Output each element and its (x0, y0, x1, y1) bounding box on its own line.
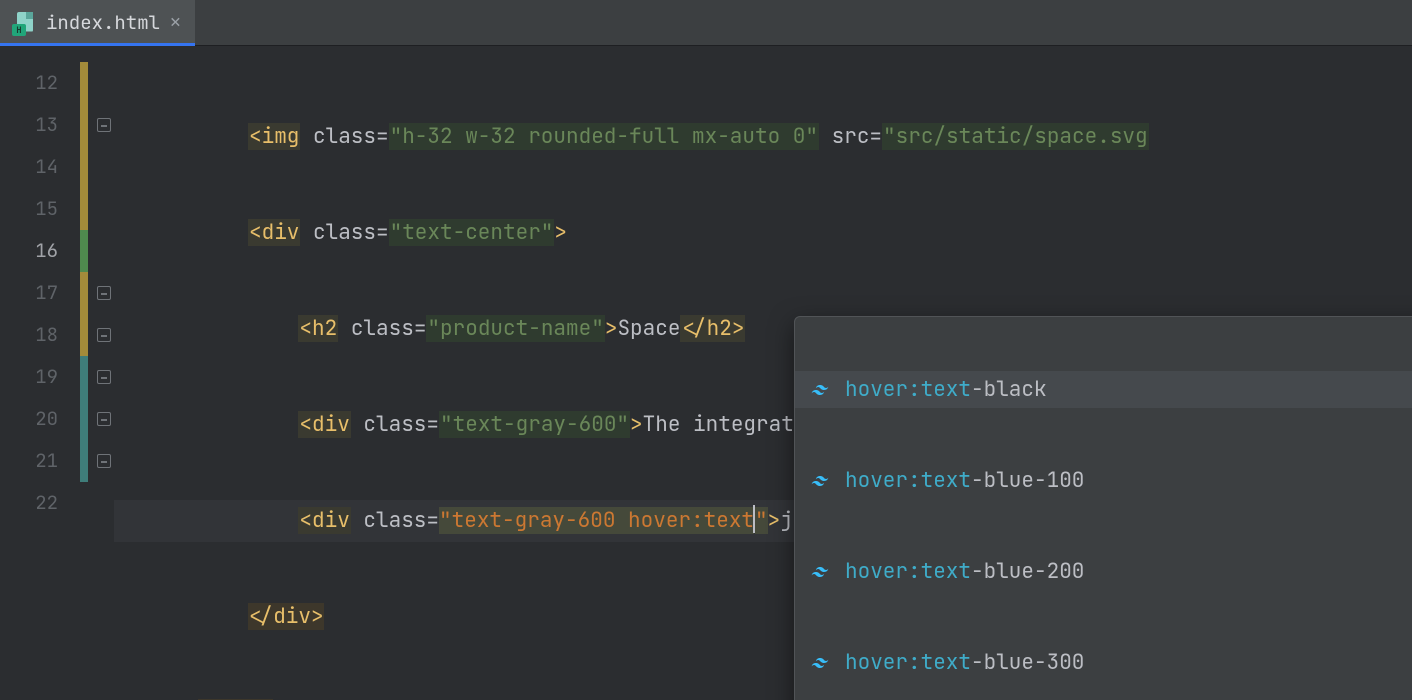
fold-toggle[interactable] (94, 104, 114, 146)
code-line[interactable]: <img class="h-32 w-32 rounded-full mx-au… (114, 116, 1412, 158)
change-mark (80, 104, 88, 146)
fold-slot (94, 62, 114, 104)
text-caret (753, 505, 755, 533)
change-mark (80, 146, 88, 188)
autocomplete-item[interactable]: hover:text-blue-200 (795, 553, 1412, 590)
gutter-fold-marks (94, 46, 114, 700)
autocomplete-item[interactable]: hover:text-blue-300 (795, 644, 1412, 681)
html-file-icon: H (14, 12, 36, 34)
close-tab-icon[interactable]: ✕ (170, 14, 181, 32)
line-number: 19 (0, 356, 78, 398)
line-number: 15 (0, 188, 78, 230)
line-number: 18 (0, 314, 78, 356)
code-area[interactable]: <img class="h-32 w-32 rounded-full mx-au… (114, 46, 1412, 700)
change-mark (80, 188, 88, 230)
fold-toggle[interactable] (94, 314, 114, 356)
line-number: 12 (0, 62, 78, 104)
code-editor[interactable]: 12 13 14 15 16 17 18 19 20 21 22 (0, 46, 1412, 700)
change-mark (80, 62, 88, 104)
line-number: 13 (0, 104, 78, 146)
change-mark (80, 440, 88, 482)
gutter-change-marks (78, 46, 94, 700)
line-number: 20 (0, 398, 78, 440)
fold-slot (94, 230, 114, 272)
line-number: 17 (0, 272, 78, 314)
change-mark (80, 230, 88, 272)
line-number: 16 (0, 230, 78, 272)
change-mark (80, 482, 88, 524)
fold-toggle[interactable] (94, 356, 114, 398)
tailwind-icon (809, 561, 831, 583)
fold-toggle[interactable] (94, 440, 114, 482)
line-number: 14 (0, 146, 78, 188)
autocomplete-popup: hover:text-black hover:text-blue-100 hov… (794, 316, 1412, 700)
change-mark (80, 398, 88, 440)
fold-slot (94, 188, 114, 230)
fold-slot (94, 146, 114, 188)
tailwind-icon (809, 652, 831, 674)
fold-slot (94, 482, 114, 524)
change-mark (80, 356, 88, 398)
tab-filename: index.html (46, 10, 160, 35)
fold-toggle[interactable] (94, 398, 114, 440)
autocomplete-item[interactable]: hover:text-black (795, 371, 1412, 408)
change-mark (80, 314, 88, 356)
gutter-line-numbers: 12 13 14 15 16 17 18 19 20 21 22 (0, 46, 78, 700)
tab-bar: H index.html ✕ (0, 0, 1412, 46)
tailwind-icon (809, 470, 831, 492)
code-line[interactable]: <div class="text-center"> (114, 212, 1412, 254)
autocomplete-item[interactable]: hover:text-blue-100 (795, 462, 1412, 499)
tailwind-icon (809, 379, 831, 401)
fold-toggle[interactable] (94, 272, 114, 314)
line-number: 21 (0, 440, 78, 482)
line-number: 22 (0, 482, 78, 524)
change-mark (80, 272, 88, 314)
editor-tab-index-html[interactable]: H index.html ✕ (0, 0, 195, 45)
